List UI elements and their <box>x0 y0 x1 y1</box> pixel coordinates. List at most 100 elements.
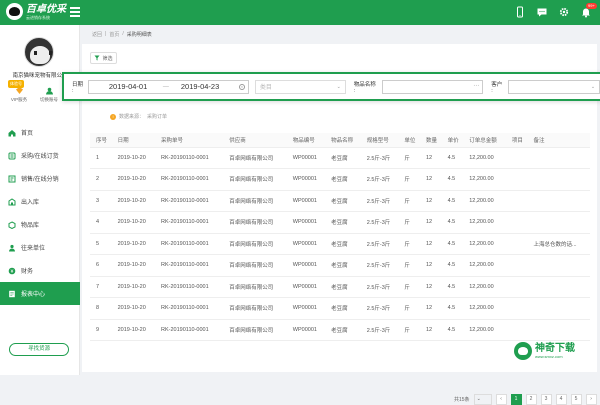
page-button[interactable]: 4 <box>555 394 567 405</box>
switch-account-link[interactable]: 切换账号 <box>34 87 64 103</box>
table-cell: 老豆腐 <box>325 211 361 234</box>
menu-toggle-icon[interactable] <box>70 7 80 17</box>
mobile-icon[interactable] <box>514 6 526 18</box>
more-options-icon[interactable]: ··· <box>473 83 479 89</box>
table-row[interactable]: 2 2019-10-20 RK-20190110-0001 百卓网络有限公司 WP000… <box>90 168 590 191</box>
column-header: 规格型号 <box>360 133 399 148</box>
sidebar-item-purchase[interactable]: 采购/在线订货 <box>0 144 80 167</box>
table-cell: 老豆腐 <box>325 254 361 277</box>
table-row[interactable]: 7 2019-10-20 RK-20190110-0001 百卓网络有限公司 WP000… <box>90 276 590 298</box>
filter-button[interactable]: 筛选 <box>90 52 117 64</box>
notification-bell-icon[interactable]: 99+ <box>580 3 597 18</box>
category-select[interactable]: 类目 ⌄ <box>254 79 346 94</box>
find-supply-button[interactable]: 寻找货源 <box>9 343 69 356</box>
sidebar-item-warehouse[interactable]: 出入库 <box>0 190 80 213</box>
table-cell: WP00001 <box>286 147 326 169</box>
table-cell: 12 <box>419 297 442 320</box>
item-name-input[interactable]: ··· <box>381 79 484 94</box>
date-range-picker[interactable]: 2019-04-01 — 2019-04-23 × <box>87 79 249 94</box>
table-row[interactable]: 6 2019-10-20 RK-20190110-0001 百卓网络有限公司 WP000… <box>90 254 590 277</box>
column-header: 日期 <box>111 133 156 148</box>
table-cell <box>505 233 528 255</box>
sidebar-item-finance[interactable]: 财务 <box>0 259 80 282</box>
prev-page-button[interactable]: ‹ <box>495 394 507 405</box>
table-cell: 老豆腐 <box>325 190 361 212</box>
sidebar-item-sales[interactable]: 销售/在线分销 <box>0 167 80 190</box>
table-cell: 2.5斤-3斤 <box>360 190 399 212</box>
sidebar-item-report-center[interactable]: 报表中心 <box>0 282 80 305</box>
table-cell <box>505 319 528 341</box>
table-cell: RK-20190110-0001 <box>155 190 224 212</box>
page-size-select[interactable]: ⌄ <box>473 394 492 405</box>
table-cell: 12,200.00 <box>463 254 506 277</box>
table-cell: 老豆腐 <box>325 147 361 169</box>
sidebar-item-items[interactable]: 物品库 <box>0 213 80 236</box>
watermark-title: 神奇下载 <box>535 343 575 354</box>
table-cell: 2.5斤-3斤 <box>360 147 399 169</box>
date-start: 2019-04-01 <box>108 82 148 91</box>
table-cell: WP00001 <box>286 190 326 212</box>
top-bar: 百卓优采 云进销存系统 99+ <box>0 0 600 25</box>
table-cell: 老豆腐 <box>325 297 361 320</box>
breadcrumb-current: 采购明细表 <box>126 32 152 38</box>
table-cell: 4.5 <box>441 297 464 320</box>
table-row[interactable]: 5 2019-10-20 RK-20190110-0001 百卓网络有限公司 WP000… <box>90 233 590 255</box>
table-cell: 老豆腐 <box>325 168 361 191</box>
sidebar-item-label: 报表中心 <box>21 292 46 298</box>
clear-date-icon[interactable]: × <box>238 83 245 90</box>
column-header: 单位 <box>398 133 420 148</box>
column-header: 采购单号 <box>155 133 224 148</box>
page-button[interactable]: 3 <box>540 394 552 405</box>
page-button[interactable]: 1 <box>510 394 522 405</box>
table-cell: RK-20190110-0001 <box>155 319 224 341</box>
table-cell: 百卓网络有限公司 <box>223 147 287 169</box>
app-logo[interactable]: 百卓优采 云进销存系统 <box>6 3 66 20</box>
breadcrumb: 返回 | 首页 / 采购明细表 <box>92 31 152 38</box>
table-row[interactable]: 9 2019-10-20 RK-20190110-0001 百卓网络有限公司 WP000… <box>90 319 590 341</box>
table-row[interactable]: 1 2019-10-20 RK-20190110-0001 百卓网络有限公司 WP000… <box>90 147 590 169</box>
table-cell: 百卓网络有限公司 <box>223 254 287 277</box>
table-cell: 4.5 <box>441 168 464 191</box>
table-cell: 斤 <box>398 190 420 212</box>
table-cell: RK-20190110-0001 <box>155 233 224 255</box>
table-cell: 12,200.00 <box>463 147 506 169</box>
table-cell: 12,200.00 <box>463 233 506 255</box>
table-cell: 5 <box>90 233 112 255</box>
date-separator: — <box>162 83 169 90</box>
notification-badge: 99+ <box>586 3 597 9</box>
table-cell <box>505 276 528 298</box>
table-cell: WP00001 <box>286 168 326 191</box>
breadcrumb-back-link[interactable]: 返回 <box>92 31 102 38</box>
table-cell: 12 <box>419 254 442 277</box>
message-icon[interactable] <box>536 6 548 18</box>
table-cell: 4.5 <box>441 147 464 169</box>
page-button[interactable]: 5 <box>570 394 582 405</box>
sidebar-item-label: 财务 <box>21 269 34 275</box>
table-cell: 12,200.00 <box>463 211 506 234</box>
table-row[interactable]: 8 2019-10-20 RK-20190110-0001 百卓网络有限公司 WP000… <box>90 297 590 320</box>
purchase-icon <box>8 152 16 159</box>
sidebar-item-partners[interactable]: 往来单位 <box>0 236 80 259</box>
table-cell: 百卓网络有限公司 <box>223 233 287 255</box>
table-cell: 7 <box>90 276 112 298</box>
table-cell: 2019-10-20 <box>111 319 156 341</box>
table-cell <box>527 190 590 212</box>
table-row[interactable]: 4 2019-10-20 RK-20190110-0001 百卓网络有限公司 WP000… <box>90 211 590 234</box>
sidebar-item-home[interactable]: 首页 <box>0 121 80 144</box>
page-button[interactable]: 2 <box>525 394 537 405</box>
column-header: 物品名称 <box>325 133 361 148</box>
breadcrumb-home-link[interactable]: 首页 <box>109 31 119 38</box>
table-cell: 1 <box>90 147 112 169</box>
table-cell <box>505 297 528 320</box>
next-page-button[interactable]: › <box>585 394 597 405</box>
vip-service-link[interactable]: VIP服务 <box>4 87 34 103</box>
table-cell: 百卓网络有限公司 <box>223 276 287 298</box>
table-row[interactable]: 3 2019-10-20 RK-20190110-0001 百卓网络有限公司 WP000… <box>90 190 590 212</box>
items-icon <box>8 220 16 229</box>
gear-icon[interactable] <box>558 6 570 18</box>
table-cell <box>527 168 590 191</box>
avatar[interactable] <box>24 37 54 67</box>
customer-select[interactable]: ⌄ <box>508 79 600 94</box>
table-cell: 12 <box>419 168 442 191</box>
filter-icon <box>94 55 100 61</box>
